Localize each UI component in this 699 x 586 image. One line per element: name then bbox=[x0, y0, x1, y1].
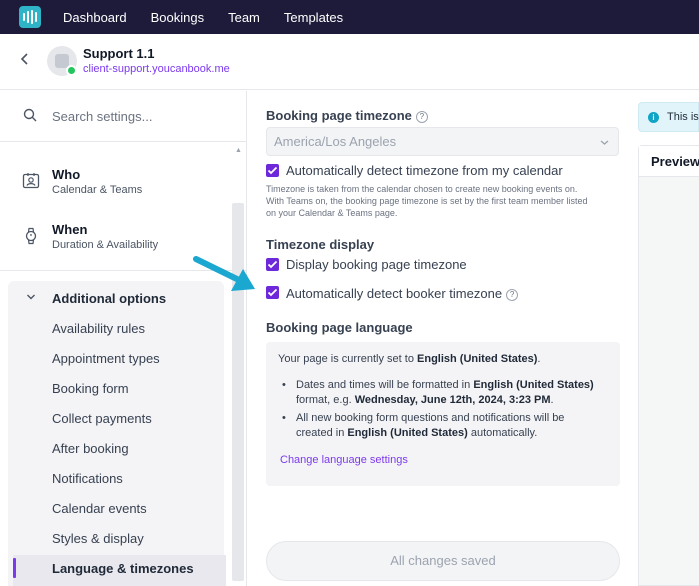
language-heading: Booking page language bbox=[266, 320, 413, 335]
sidebar-scrollbar[interactable]: ▲ bbox=[232, 143, 244, 583]
preview-panel: Preview bbox=[638, 145, 699, 586]
display-page-timezone-checkbox[interactable] bbox=[266, 258, 279, 271]
chevron-down-icon bbox=[600, 140, 609, 145]
save-status-button[interactable]: All changes saved bbox=[266, 541, 620, 581]
booking-page-link[interactable]: client-support.youcanbook.me bbox=[83, 63, 230, 75]
page-title: Support 1.1 bbox=[83, 46, 155, 61]
additional-options-group: Additional options Availability rules Ap… bbox=[8, 281, 226, 586]
sidebar-item-sublabel: Calendar & Teams bbox=[52, 184, 143, 196]
info-icon: i bbox=[648, 112, 659, 123]
display-page-timezone-label: Display booking page timezone bbox=[286, 257, 467, 272]
watch-icon bbox=[25, 227, 37, 245]
search-bar bbox=[0, 91, 246, 142]
scroll-up-icon[interactable]: ▲ bbox=[235, 147, 242, 154]
page-header: Support 1.1 client-support.youcanbook.me bbox=[0, 34, 699, 90]
timezone-display-heading: Timezone display bbox=[266, 237, 375, 252]
nav-dashboard[interactable]: Dashboard bbox=[63, 10, 127, 25]
info-banner: i This is bbox=[638, 102, 699, 132]
sidebar-item-when[interactable]: When Duration & Availability bbox=[0, 219, 232, 259]
back-arrow-icon[interactable] bbox=[20, 52, 30, 71]
nav-bookings[interactable]: Bookings bbox=[151, 10, 204, 25]
auto-detect-calendar-label: Automatically detect timezone from my ca… bbox=[286, 163, 563, 178]
timezone-note: Timezone is taken from the calendar chos… bbox=[266, 184, 588, 218]
nav-team[interactable]: Team bbox=[228, 10, 260, 25]
sidebar-item-label: When bbox=[52, 222, 88, 237]
sidebar-item-label: Who bbox=[52, 167, 81, 182]
sidebar-item-availability-rules[interactable]: Availability rules bbox=[52, 321, 145, 336]
sidebar-item-styles-display[interactable]: Styles & display bbox=[52, 531, 144, 546]
help-icon[interactable]: ? bbox=[415, 111, 428, 123]
timezone-select[interactable]: America/Los Angeles bbox=[266, 127, 619, 156]
sidebar-item-notifications[interactable]: Notifications bbox=[52, 471, 123, 486]
contact-card-icon bbox=[22, 173, 40, 189]
settings-panel: Booking page timezone? America/Los Angel… bbox=[248, 91, 634, 586]
language-intro: Your page is currently set to English (U… bbox=[278, 353, 541, 365]
top-nav: Dashboard Bookings Team Templates bbox=[0, 0, 699, 34]
active-indicator bbox=[13, 558, 16, 578]
sidebar-item-collect-payments[interactable]: Collect payments bbox=[52, 411, 152, 426]
language-info-box: Your page is currently set to English (U… bbox=[266, 342, 620, 486]
list-item: All new booking form questions and notif… bbox=[282, 411, 612, 441]
sidebar-item-calendar-events[interactable]: Calendar events bbox=[52, 501, 147, 516]
change-language-link[interactable]: Change language settings bbox=[280, 454, 408, 466]
auto-detect-calendar-checkbox[interactable] bbox=[266, 164, 279, 177]
settings-sidebar: ▲ Who Calendar & Teams When Duration & A… bbox=[0, 91, 247, 586]
sidebar-item-sublabel: Duration & Availability bbox=[52, 239, 159, 251]
sidebar-item-booking-form[interactable]: Booking form bbox=[52, 381, 129, 396]
auto-detect-booker-checkbox[interactable] bbox=[266, 286, 279, 299]
auto-detect-booker-label: Automatically detect booker timezone? bbox=[286, 286, 519, 301]
chevron-down-icon bbox=[27, 294, 35, 300]
timezone-heading: Booking page timezone? bbox=[266, 108, 428, 123]
sidebar-item-language-timezones[interactable]: Language & timezones bbox=[52, 561, 194, 576]
sidebar-item-appointment-types[interactable]: Appointment types bbox=[52, 351, 160, 366]
online-status-icon bbox=[66, 65, 77, 76]
preview-tab[interactable]: Preview bbox=[651, 154, 699, 169]
search-input[interactable] bbox=[52, 105, 232, 127]
app-logo-icon[interactable] bbox=[19, 6, 41, 28]
nav-templates[interactable]: Templates bbox=[284, 10, 343, 25]
sidebar-item-who[interactable]: Who Calendar & Teams bbox=[0, 164, 232, 204]
additional-options-label: Additional options bbox=[52, 291, 167, 306]
callout-arrow-icon bbox=[193, 256, 255, 291]
help-icon[interactable]: ? bbox=[506, 289, 519, 301]
list-item: Dates and times will be formatted in Eng… bbox=[282, 378, 612, 408]
additional-options-toggle[interactable]: Additional options bbox=[8, 281, 224, 315]
sidebar-item-after-booking[interactable]: After booking bbox=[52, 441, 129, 456]
search-icon bbox=[23, 108, 37, 122]
